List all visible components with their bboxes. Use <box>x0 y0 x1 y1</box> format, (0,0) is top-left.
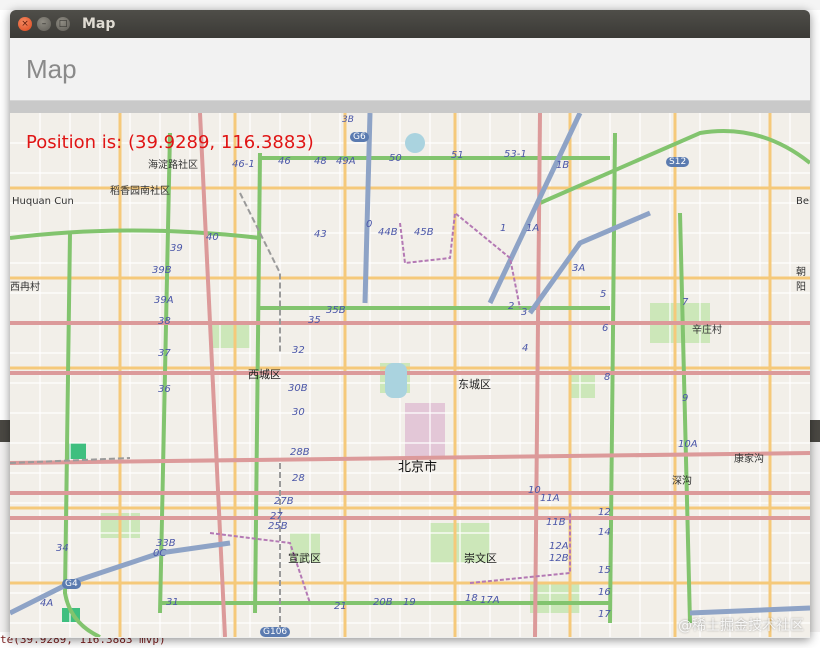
road-number: 25B <box>268 521 288 532</box>
road-number: 20B <box>373 597 393 608</box>
road-number: 4 <box>522 343 529 354</box>
road-number: 37 <box>158 348 171 359</box>
road-number: 17A <box>480 595 500 606</box>
road-number: 11B <box>546 517 566 528</box>
road-number: 5 <box>600 289 607 300</box>
road-number: 1B <box>556 160 570 171</box>
map-label-xinzhuang: 辛庄村 <box>692 325 722 336</box>
road-number: 10A <box>678 439 698 450</box>
road-number: 3B <box>342 115 354 125</box>
road-number: 2 <box>508 301 515 312</box>
road-number: 44B <box>378 227 398 238</box>
map-label-xiranvcun: 西冉村 <box>10 282 40 293</box>
road-number: 50 <box>389 153 402 164</box>
road-number: 14 <box>598 527 611 538</box>
map-label-bei: Bei <box>796 196 810 207</box>
road-number: 18 <box>465 593 478 604</box>
road-number-s12: S12 <box>666 157 690 167</box>
map-label-huquancun: Huquan Cun <box>12 196 74 207</box>
watermark: @稀土掘金技术社区 <box>678 618 804 634</box>
road-number: 12B <box>549 553 569 564</box>
road-number: 7 <box>682 297 689 308</box>
road-number: 53-1 <box>504 149 527 160</box>
road-number: 21 <box>334 601 347 612</box>
road-number-g4: G4 <box>62 579 81 589</box>
window-titlebar[interactable]: × – □ Map <box>10 10 810 38</box>
road-number: 10 <box>528 485 541 496</box>
road-number: 1 <box>500 223 507 234</box>
road-number: 36 <box>158 384 171 395</box>
road-number: 3A <box>572 263 586 274</box>
road-number: 1A <box>526 223 540 234</box>
road-number: 45B <box>414 227 434 238</box>
road-number: 19 <box>403 597 416 608</box>
road-number: 6 <box>602 323 609 334</box>
road-number: 27B <box>274 496 294 507</box>
road-number: 17 <box>598 609 611 620</box>
road-number: 12A <box>549 541 569 552</box>
map-label-shengou: 深沟 <box>672 476 692 487</box>
road-number: 46 <box>278 156 291 167</box>
road-number: 16 <box>598 587 611 598</box>
road-number: 35B <box>326 305 346 316</box>
road-number: 28B <box>290 447 310 458</box>
minimize-icon: – <box>41 19 47 29</box>
road-number: 35 <box>308 315 321 326</box>
map-label-chongwen: 崇文区 <box>464 552 497 565</box>
map-label-xuanwu: 宣武区 <box>288 552 321 565</box>
page-title: Map <box>26 53 77 84</box>
window-title: Map <box>82 16 116 32</box>
road-number: 4A <box>40 598 54 609</box>
road-number: 51 <box>451 150 464 161</box>
road-number: 15 <box>598 565 611 576</box>
position-readout: Position is: (39.9289, 116.3883) <box>26 132 314 153</box>
road-number: 40 <box>206 232 219 243</box>
road-number: 34 <box>56 543 69 554</box>
road-number: 38 <box>158 316 171 327</box>
road-number: 3 <box>521 307 528 318</box>
maximize-icon: □ <box>58 19 68 29</box>
road-number: 28 <box>292 473 305 484</box>
road-number: 39A <box>154 295 174 306</box>
app-header: Map <box>10 38 810 101</box>
maximize-button[interactable]: □ <box>56 17 70 31</box>
road-number: 46-1 <box>232 159 255 170</box>
road-number: 0 <box>366 219 373 230</box>
road-number: 11A <box>540 493 560 504</box>
map-label-haidianlu: 海淀路社区 <box>148 160 198 171</box>
map-label-beijing: 北京市 <box>398 460 438 475</box>
road-number: 12 <box>598 507 611 518</box>
road-number: 9 <box>682 393 689 404</box>
close-button[interactable]: × <box>18 17 32 31</box>
road-number: 30B <box>288 383 308 394</box>
road-number: 49A <box>336 156 356 167</box>
road-number: 43 <box>314 229 327 240</box>
road-number: 31 <box>166 597 179 608</box>
window-controls: × – □ <box>18 17 70 31</box>
road-number: 30 <box>292 407 305 418</box>
close-icon: × <box>21 19 29 29</box>
map-label-kangjiagou: 康家沟 <box>734 454 764 465</box>
header-divider <box>10 101 810 113</box>
road-number-g106: G106 <box>260 627 291 637</box>
road-number: 8 <box>604 372 611 383</box>
background-window-top <box>0 0 820 10</box>
road-number: 0C <box>153 548 167 559</box>
road-number: 39 <box>170 243 183 254</box>
map-window: × – □ Map Map Position is: (39.9289, 116… <box>10 10 810 638</box>
road-number: 48 <box>314 156 327 167</box>
map-label-daoxiangyuan: 稻香园南社区 <box>110 186 170 197</box>
road-number: 32 <box>292 345 305 356</box>
road-number-g6: G6 <box>350 132 369 142</box>
map-view[interactable]: Position is: (39.9289, 116.3883) 海淀路社区 稻… <box>10 113 810 637</box>
map-label-xicheng: 西城区 <box>248 368 281 381</box>
road-number: 39B <box>152 265 172 276</box>
map-label-chaoyang: 朝阳 <box>796 267 806 293</box>
map-label-dongcheng: 东城区 <box>458 378 491 391</box>
minimize-button[interactable]: – <box>37 17 51 31</box>
